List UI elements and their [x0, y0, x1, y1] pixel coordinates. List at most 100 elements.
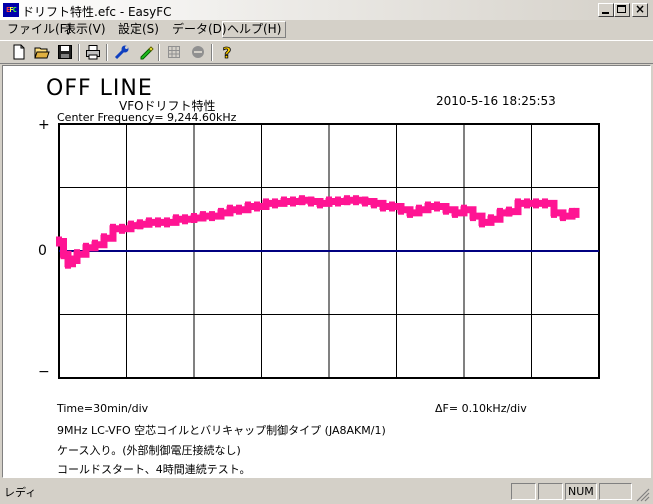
data-point	[290, 196, 296, 207]
data-point	[362, 196, 368, 207]
close-icon: ×	[634, 2, 646, 16]
data-point	[407, 207, 413, 218]
open-folder-icon[interactable]	[34, 44, 50, 60]
app-icon[interactable]: EFC	[3, 3, 19, 17]
data-point	[398, 204, 404, 215]
data-point	[515, 198, 521, 209]
data-point	[281, 196, 287, 207]
status-cell-1	[511, 483, 536, 500]
note-line-1: 9MHz LC-VFO 空芯コイルとバリキャップ制御タイプ (JA8AKM/1)	[57, 424, 386, 437]
data-point	[452, 207, 458, 218]
menu-bar: ファイル(F) 表示(V) 設定(S) データ(D) ヘルプ(H)	[0, 20, 653, 39]
data-point	[461, 204, 467, 215]
toolbar-separator	[106, 44, 108, 61]
data-point	[272, 198, 278, 209]
data-point	[164, 217, 170, 228]
wrench-icon[interactable]	[114, 44, 130, 60]
print-icon[interactable]	[85, 44, 101, 60]
close-button[interactable]: ×	[632, 2, 648, 17]
data-point	[101, 233, 107, 244]
status-cell-4	[599, 483, 632, 500]
data-point	[263, 198, 269, 209]
stop-icon[interactable]	[190, 44, 206, 60]
menu-help[interactable]: ヘルプ(H)	[222, 21, 287, 38]
data-point	[416, 204, 422, 215]
pen-icon[interactable]	[138, 44, 154, 60]
status-cell-2	[538, 483, 563, 500]
data-point	[308, 196, 314, 207]
data-point	[542, 198, 548, 209]
data-point	[497, 207, 503, 218]
data-point	[110, 223, 116, 234]
resize-grip-icon[interactable]	[636, 488, 650, 502]
data-point	[443, 204, 449, 215]
drift-chart	[56, 123, 600, 379]
data-point	[56, 236, 62, 247]
data-point	[479, 217, 485, 228]
data-point	[335, 196, 341, 207]
data-point	[92, 239, 98, 250]
title-bar[interactable]: EFC ドリフト特性.efc - EasyFC ×	[0, 0, 653, 20]
toolbar-separator	[78, 44, 80, 61]
app-window: EFC ドリフト特性.efc - EasyFC × ファイル(F) 表示(V) …	[0, 0, 653, 504]
data-point	[227, 204, 233, 215]
data-point	[155, 217, 161, 228]
data-point	[506, 206, 512, 217]
data-point	[218, 207, 224, 218]
data-point	[524, 198, 530, 209]
data-point	[128, 220, 134, 231]
maximize-button[interactable]	[614, 3, 630, 17]
data-point	[254, 201, 260, 212]
data-point	[146, 217, 152, 228]
toolbar: ?	[0, 40, 653, 64]
toolbar-separator	[211, 44, 213, 61]
window-title: ドリフト特性.efc - EasyFC	[22, 5, 172, 19]
data-point	[182, 214, 188, 225]
data-point	[173, 214, 179, 225]
data-point	[389, 201, 395, 212]
data-point	[245, 201, 251, 212]
new-file-icon[interactable]	[11, 44, 27, 60]
time-per-division: Time=30min/div	[57, 402, 149, 415]
data-point	[209, 211, 215, 222]
save-disk-icon[interactable]	[57, 44, 73, 60]
data-point	[236, 204, 242, 215]
frequency-per-division: ΔF= 0.10kHz/div	[435, 402, 527, 415]
data-point	[353, 195, 359, 206]
data-point	[560, 211, 566, 222]
data-point	[191, 213, 197, 223]
maximize-icon	[617, 5, 626, 13]
data-point	[488, 214, 494, 225]
menu-settings[interactable]: 設定(S)	[114, 22, 163, 37]
data-point	[573, 207, 580, 218]
data-point	[60, 249, 67, 260]
data-point	[344, 195, 350, 206]
status-text: レディ	[4, 486, 37, 499]
data-point	[533, 198, 539, 209]
data-point	[83, 242, 89, 253]
data-point	[326, 196, 332, 207]
data-point	[371, 198, 377, 209]
data-point	[551, 207, 557, 218]
svg-text:?: ?	[223, 44, 232, 60]
data-point	[119, 223, 125, 234]
chart-grid	[58, 123, 600, 379]
minimize-icon	[602, 12, 609, 14]
help-icon[interactable]: ?	[219, 44, 235, 60]
data-point	[74, 249, 80, 260]
data-point	[425, 201, 431, 212]
toolbar-separator	[158, 44, 160, 61]
data-point	[434, 201, 440, 212]
data-point	[380, 201, 386, 212]
drift-display: OFF LINE VFOドリフト特性 2010-5-16 18:25:53 Ce…	[2, 65, 651, 478]
grid-icon[interactable]	[166, 44, 182, 60]
minimize-button[interactable]	[598, 3, 614, 17]
note-line-3: コールドスタート、4時間連続テスト。	[57, 463, 251, 476]
data-point	[299, 195, 305, 206]
data-point	[200, 211, 206, 222]
data-point	[470, 211, 476, 222]
data-point	[317, 198, 323, 209]
num-lock-indicator: NUM	[565, 483, 597, 500]
data-point	[137, 219, 143, 230]
menu-view[interactable]: 表示(V)	[60, 22, 110, 37]
